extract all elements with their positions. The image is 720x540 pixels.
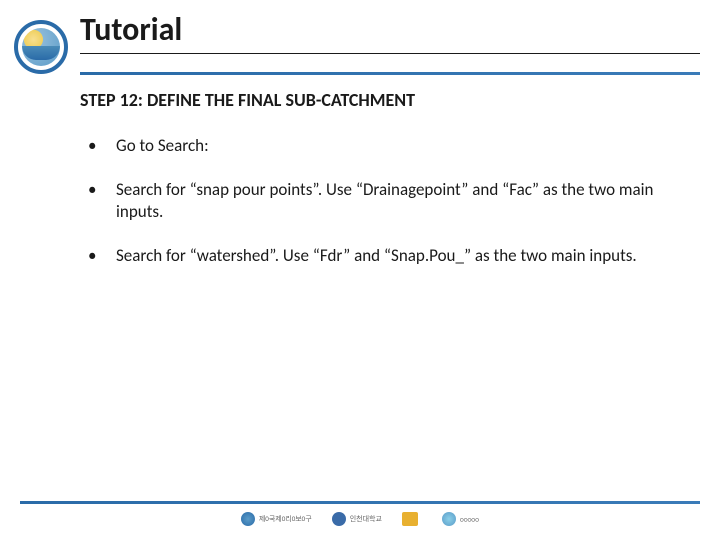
title-underline bbox=[80, 53, 700, 54]
bullet-text: Search for “snap pour points”. Use “Drai… bbox=[116, 179, 660, 223]
footer-logo-2: 인천대학교 bbox=[332, 512, 382, 526]
bullet-icon: • bbox=[88, 135, 116, 157]
footer-logo-1: 제0국제0리0보0구 bbox=[241, 512, 312, 526]
step-heading: STEP 12: DEFINE THE FINAL SUB-CATCHMENT bbox=[80, 89, 700, 111]
swirl-icon bbox=[442, 512, 456, 526]
footer-logo-text: 제0국제0리0보0구 bbox=[259, 514, 312, 524]
bullet-icon: • bbox=[88, 179, 116, 223]
badge-icon bbox=[402, 512, 418, 526]
page-title: Tutorial bbox=[80, 10, 720, 49]
footer-logo-3 bbox=[402, 512, 422, 526]
header-divider bbox=[80, 72, 700, 75]
bullet-icon: • bbox=[88, 245, 116, 267]
footer-logo-text: 인천대학교 bbox=[350, 514, 382, 524]
brand-logo bbox=[14, 20, 68, 74]
globe-small-icon bbox=[241, 512, 255, 526]
bullet-text: Go to Search: bbox=[116, 135, 660, 157]
list-item: • Go to Search: bbox=[88, 135, 660, 157]
bullet-text: Search for “watershed”. Use “Fdr” and “S… bbox=[116, 245, 660, 267]
list-item: • Search for “watershed”. Use “Fdr” and … bbox=[88, 245, 660, 267]
footer-logo-row: 제0국제0리0보0구 인천대학교 ○○○○○ bbox=[0, 512, 720, 526]
slide-footer: 제0국제0리0보0구 인천대학교 ○○○○○ bbox=[0, 501, 720, 526]
list-item: • Search for “snap pour points”. Use “Dr… bbox=[88, 179, 660, 223]
footer-logo-4: ○○○○○ bbox=[442, 512, 479, 526]
content-area: • Go to Search: • Search for “snap pour … bbox=[88, 135, 660, 267]
globe-icon bbox=[22, 28, 60, 66]
university-icon bbox=[332, 512, 346, 526]
footer-logo-text: ○○○○○ bbox=[460, 515, 479, 524]
slide-header: Tutorial STEP 12: DEFINE THE FINAL SUB-C… bbox=[0, 0, 720, 111]
footer-divider bbox=[20, 501, 700, 504]
